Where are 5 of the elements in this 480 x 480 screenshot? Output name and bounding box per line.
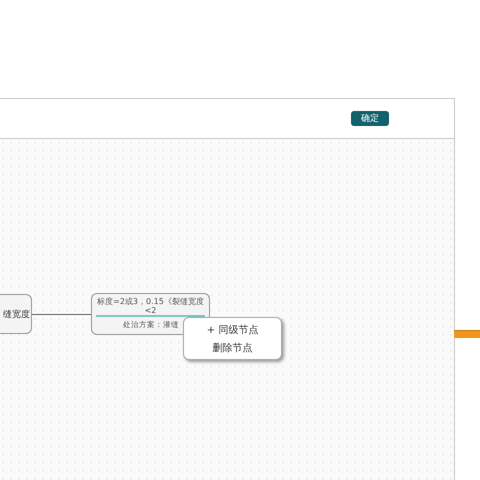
- confirm-button[interactable]: 确定: [351, 111, 389, 126]
- mindmap-node[interactable]: 缝宽度: [0, 294, 32, 334]
- menu-item[interactable]: 删除节点: [212, 340, 252, 354]
- node-label: 缝宽度: [3, 308, 30, 320]
- connector-line: [32, 314, 91, 315]
